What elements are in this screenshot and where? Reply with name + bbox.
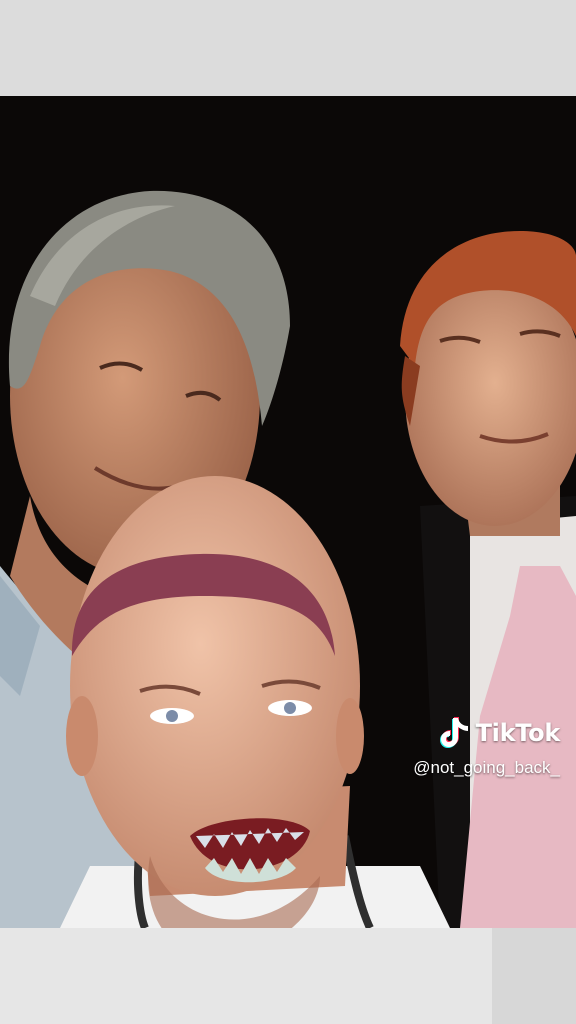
bottom-letterbox-strip bbox=[0, 928, 576, 1024]
creator-handle: @not_going_back_ bbox=[413, 758, 560, 777]
tiktok-watermark: TikTok @not_going_back_ bbox=[320, 716, 560, 778]
photo-illustration bbox=[0, 190, 576, 928]
tiktok-logo-row: TikTok bbox=[439, 716, 561, 750]
tiktok-note-icon bbox=[439, 716, 470, 750]
background-photo bbox=[0, 96, 576, 928]
tiktok-brand-label: TikTok bbox=[475, 719, 561, 747]
bottom-strip-shade bbox=[492, 928, 576, 1024]
top-letterbox-bar bbox=[0, 0, 576, 96]
